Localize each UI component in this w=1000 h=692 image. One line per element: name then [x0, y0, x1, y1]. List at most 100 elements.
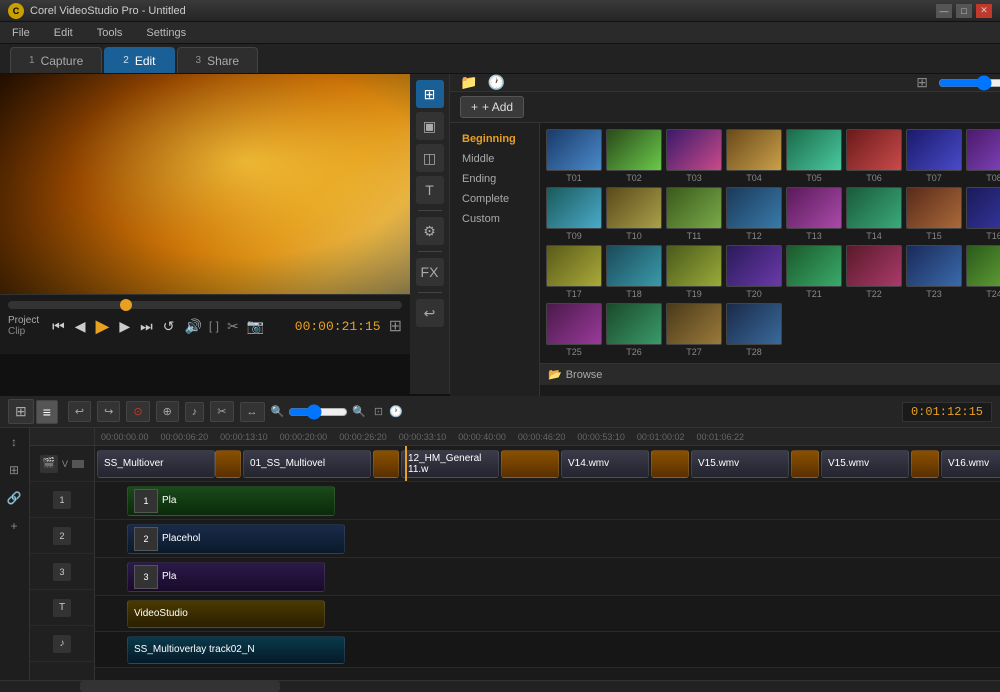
prev-frame-button[interactable]: ◀ [72, 318, 89, 335]
clip-overlay1-pla[interactable]: 1 Pla [127, 486, 335, 516]
transition-5[interactable] [791, 450, 819, 478]
menu-tools[interactable]: Tools [93, 25, 127, 41]
project-mode-label[interactable]: Project [8, 315, 39, 326]
insert-mode-button[interactable]: ⊞ [0, 456, 28, 484]
clip-trim-button[interactable]: ✂ [227, 318, 239, 335]
transition-ending[interactable]: Ending [450, 169, 539, 189]
thumbnail-size-icon[interactable]: ⊞ [916, 74, 928, 91]
thumb-T14[interactable]: T14 [846, 187, 902, 241]
play-end-button[interactable]: ⏭ [137, 318, 156, 335]
preview-playhead[interactable] [120, 299, 132, 311]
clip-v14[interactable]: V14.wmv [561, 450, 649, 478]
thumb-T03[interactable]: T03 [666, 129, 722, 183]
fx-tool[interactable]: FX [416, 258, 444, 286]
thumb-T05[interactable]: T05 [786, 129, 842, 183]
record-button[interactable]: ⊙ [126, 401, 149, 422]
fit-button[interactable]: ⊡ [374, 405, 383, 418]
timeline-view-button[interactable]: ≡ [36, 400, 58, 424]
thumb-T28[interactable]: T28 [726, 303, 782, 357]
thumb-T24[interactable]: T24 [966, 245, 1000, 299]
transition-3[interactable] [501, 450, 559, 478]
thumb-T16[interactable]: T16 [966, 187, 1000, 241]
transition-button[interactable]: ↔ [240, 402, 265, 422]
thumb-T19[interactable]: T19 [666, 245, 722, 299]
zoom-in-button[interactable]: 🔍 [352, 405, 366, 418]
tab-share[interactable]: 3 Share [177, 47, 259, 73]
clock-icon[interactable]: 🕐 [487, 74, 504, 91]
auto-music-button[interactable]: ♪ [185, 402, 205, 422]
tab-edit[interactable]: 2 Edit [104, 47, 174, 73]
transition-2[interactable] [373, 450, 399, 478]
transition-custom[interactable]: Custom [450, 209, 539, 229]
thumb-T07[interactable]: T07 [906, 129, 962, 183]
play-start-button[interactable]: ⏮ [49, 318, 68, 335]
menu-file[interactable]: File [8, 25, 34, 41]
overlay-tool[interactable]: ◫ [416, 144, 444, 172]
browse-button[interactable]: 📂 Browse [540, 363, 1000, 385]
title-tool[interactable]: T [416, 176, 444, 204]
thumb-T02[interactable]: T02 [606, 129, 662, 183]
thumb-T09[interactable]: T09 [546, 187, 602, 241]
playhead[interactable] [405, 446, 407, 481]
add-track-button[interactable]: + [0, 512, 28, 540]
menu-settings[interactable]: Settings [142, 25, 190, 41]
clip-v15a[interactable]: V15.wmv [691, 450, 789, 478]
thumb-T22[interactable]: T22 [846, 245, 902, 299]
preview-progress-bar[interactable] [8, 301, 402, 309]
clip-v16[interactable]: V16.wmv [941, 450, 1000, 478]
clip-overlay3-pla[interactable]: 3 Pla [127, 562, 325, 592]
transitions-tool[interactable]: ⊞ [416, 80, 444, 108]
next-frame-button[interactable]: ▶ [116, 318, 133, 335]
track-lock-button[interactable] [72, 460, 84, 468]
maximize-button[interactable]: □ [956, 4, 972, 18]
storyboard-view-button[interactable]: ⊞ [8, 399, 34, 424]
ripple-edit-button[interactable]: ↕ [0, 428, 28, 456]
link-audio-button[interactable]: 🔗 [0, 484, 28, 512]
menu-edit[interactable]: Edit [50, 25, 77, 41]
thumb-T12[interactable]: T12 [726, 187, 782, 241]
thumb-T21[interactable]: T21 [786, 245, 842, 299]
transition-complete[interactable]: Complete [450, 189, 539, 209]
clip-overlay2-placeholder[interactable]: 2 Placehol [127, 524, 345, 554]
zoom-slider[interactable] [288, 404, 348, 420]
thumb-T27[interactable]: T27 [666, 303, 722, 357]
clip-01-ss[interactable]: 01_SS_Multiovel [243, 450, 371, 478]
minimize-button[interactable]: — [936, 4, 952, 18]
thumb-T23[interactable]: T23 [906, 245, 962, 299]
thumb-T10[interactable]: T10 [606, 187, 662, 241]
clip-ss-multiover[interactable]: SS_Multiover [97, 450, 215, 478]
transition-beginning[interactable]: Beginning [450, 129, 539, 149]
scrollbar-thumb[interactable] [80, 681, 280, 692]
thumb-T13[interactable]: T13 [786, 187, 842, 241]
trim-button[interactable]: ✂ [210, 401, 233, 422]
thumb-T01[interactable]: T01 [546, 129, 602, 183]
settings-tool[interactable]: ⚙ [416, 217, 444, 245]
clip-videostudio-title[interactable]: VideoStudio [127, 600, 325, 628]
undo-button[interactable]: ↩ [68, 401, 91, 422]
thumb-T17[interactable]: T17 [546, 245, 602, 299]
thumb-T04[interactable]: T04 [726, 129, 782, 183]
transition-4[interactable] [651, 450, 689, 478]
thumb-T06[interactable]: T06 [846, 129, 902, 183]
volume-button[interactable]: 🔊 [181, 318, 204, 335]
transition-middle[interactable]: Middle [450, 149, 539, 169]
thumb-T08[interactable]: T08 [966, 129, 1000, 183]
thumb-T25[interactable]: T25 [546, 303, 602, 357]
clip-mode-label[interactable]: Clip [8, 326, 39, 337]
thumb-T18[interactable]: T18 [606, 245, 662, 299]
back-tool[interactable]: ↩ [416, 299, 444, 327]
thumb-T15[interactable]: T15 [906, 187, 962, 241]
snapshot-button[interactable]: 📷 [247, 318, 264, 335]
folder-icon[interactable]: 📁 [460, 74, 477, 91]
transition-6[interactable] [911, 450, 939, 478]
zoom-out-button[interactable]: 🔍 [271, 405, 285, 418]
clock-icon[interactable]: 🕐 [389, 405, 403, 418]
close-button[interactable]: ✕ [976, 4, 992, 18]
thumbnail-size-slider[interactable] [938, 75, 1000, 91]
redo-button[interactable]: ↪ [97, 401, 120, 422]
repeat-button[interactable]: ↺ [160, 318, 178, 335]
thumb-T11[interactable]: T11 [666, 187, 722, 241]
video-filter-tool[interactable]: ▣ [416, 112, 444, 140]
add-transition-button[interactable]: + + Add [460, 96, 524, 118]
clip-12-hm[interactable]: 12_HM_General 11.w [401, 450, 499, 478]
